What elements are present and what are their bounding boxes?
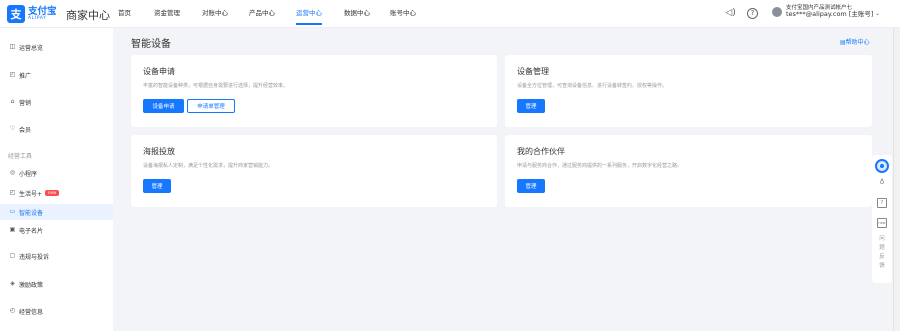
card-title: 设备申请 [143, 67, 175, 76]
sidebar-item-label: 经营信息 [19, 308, 44, 316]
card-title: 设备管理 [517, 67, 549, 76]
partner-manage-button[interactable]: 管理 [517, 179, 545, 193]
sidebar-item-label: 电子名片 [19, 227, 44, 235]
top-nav: 首页 资金管理 对账中心 产品中心 运营中心 数据中心 账号中心 [116, 0, 437, 28]
nav-reconciliation[interactable]: 对账中心 [198, 0, 245, 28]
sidebar-item-overview[interactable]: ◫ 运营总览 [0, 39, 113, 55]
application-manage-button[interactable]: 申请单管理 [187, 99, 235, 113]
sidebar-group-label: 经营工具 [8, 153, 33, 160]
sidebar: ◫ 运营总览 ◰ 推广 ⌂ 营销 ♡ 会员 经营工具 ◎ 小程序 ◰ 生活号+ … [0, 28, 113, 331]
feedback-char: 馈 [879, 263, 885, 269]
tool-rail: ♁ ? new 问 题 反 馈 [872, 155, 892, 283]
new-feature-icon[interactable]: new [877, 218, 887, 228]
nav-account[interactable]: 账号中心 [390, 0, 437, 28]
user-menu[interactable]: 支付宝国内产品测试帐户七 tes***@alipay.com [主账号] [772, 5, 873, 19]
mini-program-icon: ◎ [9, 169, 16, 176]
user-account: tes***@alipay.com [主账号] [786, 10, 874, 19]
card-description: 设备海报私人定制，满足个性化需求，提升商家营销能力。 [143, 163, 274, 169]
page-title: 智能设备 [131, 39, 171, 50]
nav-funds[interactable]: 资金管理 [151, 0, 198, 28]
card-device-apply: 设备申请 丰富的智能设备种类，可根据自身需要进行选择，提升经营效率。 设备申请 … [131, 55, 497, 127]
promotion-icon: ◰ [9, 71, 16, 78]
help-icon[interactable]: ? [747, 8, 758, 19]
card-title: 我的合作伙伴 [517, 147, 565, 156]
business-card-icon: ▣ [9, 226, 16, 233]
dashboard-icon: ◫ [9, 43, 16, 50]
sidebar-item-business-info[interactable]: ◴ 经营信息 [0, 303, 113, 319]
vertical-scrollbar[interactable] [893, 28, 900, 331]
card-device-manage: 设备管理 设备全方位管理，可查询设备信息、进行设备转签约、授权等操作。 管理 [505, 55, 872, 127]
logo-text: 支付宝 [28, 5, 57, 17]
alipay-logo[interactable]: 支 支付宝 ALIPAY [7, 5, 57, 23]
member-icon: ♡ [9, 125, 16, 132]
question-box-icon[interactable]: ? [877, 198, 887, 208]
alipay-logo-icon: 支 [7, 5, 25, 23]
help-center-link[interactable]: ▤帮助中心 [840, 37, 870, 46]
speaker-icon[interactable]: ◁) [725, 8, 736, 19]
logo-subtext: ALIPAY [28, 16, 47, 21]
card-poster: 海报投放 设备海报私人定制，满足个性化需求，提升商家营销能力。 管理 [131, 135, 497, 207]
sidebar-item-label: 小程序 [19, 170, 38, 178]
device-manage-button[interactable]: 管理 [517, 99, 545, 113]
life-account-icon: ◰ [9, 189, 16, 196]
sidebar-item-label: 智能设备 [19, 209, 44, 217]
incentive-icon: ◈ [10, 280, 15, 287]
top-header: 支 支付宝 ALIPAY 商家中心 首页 资金管理 对账中心 产品中心 运营中心… [0, 0, 900, 28]
sidebar-item-label: 会员 [19, 126, 32, 134]
chevron-down-icon[interactable]: ⌄ [875, 10, 880, 17]
headset-icon[interactable]: ♁ [877, 177, 887, 187]
nav-data[interactable]: 数据中心 [343, 0, 390, 28]
sidebar-item-business-card[interactable]: ▣ 电子名片 [0, 222, 113, 238]
device-apply-button[interactable]: 设备申请 [143, 99, 184, 113]
sidebar-item-violations[interactable]: ▢ 违规与投诉 [0, 248, 113, 264]
sidebar-item-label: 生活号+ [19, 190, 43, 198]
feedback-char: 题 [879, 245, 885, 251]
sidebar-item-label: 推广 [19, 72, 32, 80]
card-description: 申请与服务商合作，通过服务商提供的一系列服务，开启数字化经营之路。 [517, 163, 683, 169]
sidebar-item-life-account[interactable]: ◰ 生活号+ new [0, 185, 113, 201]
shop-icon: ⌂ [10, 98, 15, 105]
nav-home[interactable]: 首页 [118, 0, 151, 28]
card-partners: 我的合作伙伴 申请与服务商合作，通过服务商提供的一系列服务，开启数字化经营之路。… [505, 135, 872, 207]
card-title: 海报投放 [143, 147, 175, 156]
new-badge: new [45, 190, 60, 196]
avatar [772, 7, 782, 17]
sidebar-item-label: 违规与投诉 [19, 253, 50, 261]
card-description: 丰富的智能设备种类，可根据自身需要进行选择，提升经营效率。 [143, 83, 289, 89]
feedback-char: 问 [879, 236, 885, 242]
card-description: 设备全方位管理，可查询设备信息、进行设备转签约、授权等操作。 [517, 83, 668, 89]
sidebar-item-promotion[interactable]: ◰ 推广 [0, 67, 113, 83]
sidebar-item-label: 激励政策 [19, 281, 44, 289]
sidebar-item-members[interactable]: ♡ 会员 [0, 121, 113, 137]
sidebar-item-incentives[interactable]: ◈ 激励政策 [0, 276, 113, 292]
info-icon: ◴ [9, 307, 16, 314]
sidebar-item-label: 运营总览 [19, 44, 44, 52]
assistant-bot-icon[interactable] [875, 159, 889, 173]
sidebar-item-marketing[interactable]: ⌂ 营销 [0, 94, 113, 110]
complaint-icon: ▢ [9, 252, 16, 259]
nav-operations[interactable]: 运营中心 [296, 0, 322, 28]
nav-products[interactable]: 产品中心 [245, 0, 292, 28]
poster-manage-button[interactable]: 管理 [143, 179, 171, 193]
feedback-button[interactable]: 问 题 反 馈 [878, 235, 886, 271]
sidebar-item-mini-program[interactable]: ◎ 小程序 [0, 165, 113, 181]
sidebar-item-label: 营销 [19, 99, 32, 107]
sidebar-item-smart-devices[interactable]: ▭ 智能设备 [0, 204, 113, 220]
feedback-char: 反 [879, 254, 885, 260]
brand-title: 商家中心 [66, 9, 110, 22]
device-icon: ▭ [9, 208, 16, 215]
help-center-label: 帮助中心 [845, 39, 870, 46]
